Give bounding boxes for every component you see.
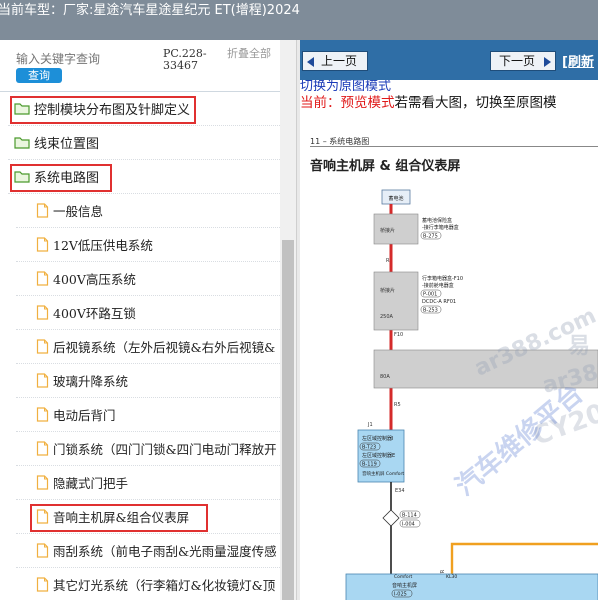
tree-item[interactable]: 电动后背门	[16, 398, 280, 432]
page-icon	[36, 271, 49, 286]
fuse-1-label: 桥接片	[380, 227, 395, 234]
prev-page-label: 上一页	[321, 54, 358, 68]
box2-code-2: B-253	[423, 308, 438, 314]
tree-item[interactable]: 雨刮系统（前电子雨刮&光雨量湿度传感	[16, 534, 280, 568]
tree-item-label: 后视镜系统（左外后视镜&右外后视镜&	[53, 340, 276, 355]
fuse-3-label: 250A	[380, 314, 394, 320]
next-page-label: 下一页	[499, 54, 536, 68]
circuit-diagram[interactable]: 11 – 系统电路图 音响主机屏 & 组合仪表屏 蓄电池 桥接片 蓄电池保险盒 …	[300, 120, 598, 600]
wire-r-1: R	[386, 258, 390, 264]
tree-item[interactable]: 后视镜系统（左外后视镜&右外后视镜&	[16, 330, 280, 364]
ctrl-line3: 音响主机屏 Comfort	[362, 470, 404, 477]
title-bar: 当前车型：厂家:星途汽车星途星纪元 ET(增程)2024	[0, 0, 598, 40]
ground-symbol	[382, 509, 400, 527]
junction-j1: J1	[367, 422, 373, 428]
viewer: 上一页 下一页 [刷新 切换为原图模式 当前：预览模式若需看大图，切换至原图模 …	[300, 40, 598, 600]
page-icon	[36, 577, 49, 592]
box1-line1: 蓄电池保险盒	[422, 217, 452, 224]
tree-item[interactable]: 400V环路互锁	[16, 296, 280, 330]
tree-item-label: 隐藏式门把手	[53, 476, 129, 491]
fuse-2-label: 桥接片	[380, 287, 395, 294]
tree-item[interactable]: 线束位置图	[8, 126, 280, 160]
section-rule	[310, 146, 598, 147]
fuse-4-label: F10	[394, 332, 403, 338]
tree-item-label: 400V环路互锁	[53, 306, 136, 321]
page-icon	[36, 237, 49, 252]
page-icon	[36, 441, 49, 456]
tree-item-label: 一般信息	[53, 204, 104, 219]
box2-line1: 行李箱电器盒-F10	[422, 275, 463, 282]
search-row: 查询 PC.228-33467 折叠全部	[0, 40, 280, 92]
tree-item-label: 门锁系统（四门门锁&四门电动门释放开	[53, 442, 277, 457]
wire-e34-label: E34	[395, 488, 405, 494]
tree-item-label: 400V高压系统	[53, 272, 136, 287]
tree-item-label: 线束位置图	[34, 137, 100, 152]
page-icon	[36, 373, 49, 388]
folder-icon	[14, 137, 30, 149]
page-icon	[36, 407, 49, 422]
sidebar-scrollbar[interactable]	[280, 40, 296, 600]
tree-item[interactable]: 一般信息	[16, 194, 280, 228]
next-page-button[interactable]: 下一页	[490, 51, 556, 71]
tree-item[interactable]: 玻璃升降系统	[16, 364, 280, 398]
search-input[interactable]	[16, 50, 156, 68]
ground-code-1: B-114	[402, 513, 417, 519]
tree-item[interactable]: 400V高压系统	[16, 262, 280, 296]
page-icon	[36, 543, 49, 558]
tree-item-label: 雨刮系统（前电子雨刮&光雨量湿度传感	[53, 544, 277, 559]
fuse-box-3	[373, 349, 598, 389]
page-icon	[36, 475, 49, 490]
battery-label: 蓄电池	[388, 195, 403, 202]
page-icon	[36, 203, 49, 218]
box2-line2: -接前舱电器盒	[422, 282, 454, 289]
tree-item[interactable]: 12V低压供电系统	[16, 228, 280, 262]
page-icon	[36, 305, 49, 320]
ground-code-2: I-004	[402, 522, 415, 528]
tree-item[interactable]: 其它灯光系统（行李箱灯&化妆镜灯&顶	[16, 568, 280, 600]
preview-mode-label: 当前：预览模式	[300, 95, 395, 111]
box2-code-1: P-001	[423, 292, 437, 298]
sidebar: 查询 PC.228-33467 折叠全部 控制模块分布图及针脚定义线束位置图系统…	[0, 40, 296, 600]
refresh-link[interactable]: [刷新	[562, 51, 594, 70]
wire-r5-label: R5	[394, 402, 401, 408]
box1-line2: -接行李箱电器盒	[422, 224, 459, 231]
ctrl-code-1: B-T23	[362, 445, 376, 451]
tree-item-label: 玻璃升降系统	[53, 374, 129, 389]
page-icon	[36, 339, 49, 354]
highlight-box	[10, 96, 196, 124]
tree-item-label: 12V低压供电系统	[53, 238, 153, 253]
audio-host-box	[345, 573, 598, 600]
host-kl30: KL30	[446, 574, 457, 580]
collapse-all-link[interactable]: 折叠全部	[227, 48, 271, 60]
ctrl-code-2: B-119	[362, 462, 377, 468]
host-label: 音响主机屏	[392, 582, 417, 589]
search-button[interactable]: 查询	[16, 68, 62, 83]
pc-code: PC.228-33467	[163, 47, 207, 72]
ctrl-line2: 左区域控制器E	[362, 452, 395, 459]
host-comfort: Comfort	[394, 574, 412, 580]
tree-item[interactable]: 门锁系统（四门门锁&四门电动门释放开	[16, 432, 280, 466]
arrow-right-icon	[544, 57, 551, 67]
preview-mode-notice: 当前：预览模式若需看大图，切换至原图模	[300, 94, 557, 112]
preview-mode-hint: 若需看大图，切换至原图模	[394, 95, 557, 111]
scrollbar-thumb[interactable]	[282, 240, 294, 600]
tree-item-label: 其它灯光系统（行李箱灯&化妆镜灯&顶	[53, 578, 276, 593]
prev-page-button[interactable]: 上一页	[302, 51, 368, 71]
tree-item-label: 电动后背门	[53, 408, 116, 423]
current-model-label: 当前车型：厂家:星途汽车星途星纪元 ET(增程)2024	[0, 3, 300, 18]
box1-code: B-275	[423, 234, 438, 240]
fuse-5-label: 80A	[380, 374, 390, 380]
switch-original-link[interactable]: 切换为原图模式	[300, 80, 391, 91]
highlight-box	[10, 164, 112, 192]
fuse-box-2	[373, 271, 419, 331]
wiring-svg: 蓄电池 桥接片 蓄电池保险盒 -接行李箱电器盒 B-275 R 桥接片 250A…	[345, 189, 598, 600]
viewer-navbar: 上一页 下一页 [刷新	[300, 40, 598, 80]
ctrl-line1: 左区域控制器I	[362, 435, 393, 442]
box2-line3: DCDC-A RF01	[422, 299, 456, 305]
tree-item[interactable]: 隐藏式门把手	[16, 466, 280, 500]
arrow-left-icon	[307, 57, 314, 67]
host-code: I-025	[394, 592, 407, 598]
highlight-box	[30, 504, 208, 532]
